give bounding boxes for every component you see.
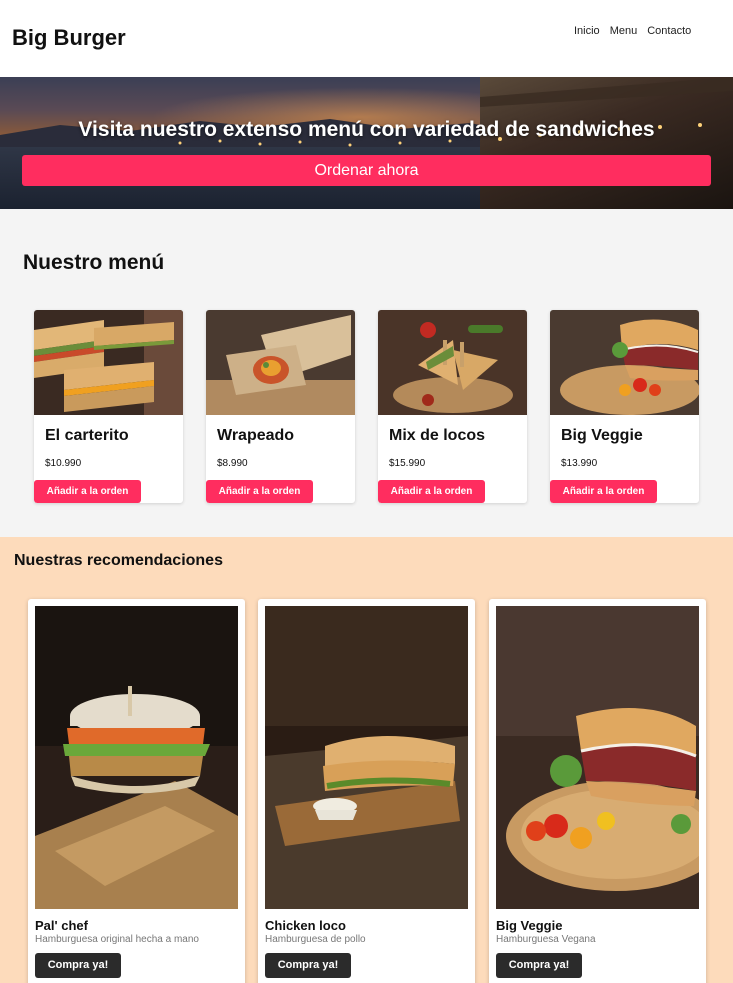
rec-card-pal-chef: Pal' chef Hamburguesa original hecha a m… — [28, 599, 245, 983]
menu-item-price: $8.990 — [217, 458, 248, 469]
rec-item-name: Big Veggie — [496, 918, 563, 933]
menu-item-name: Big Veggie — [561, 427, 643, 444]
nav-link-inicio[interactable]: Inicio — [574, 25, 600, 37]
rec-card-chicken-loco: Chicken loco Hamburguesa de pollo Compra… — [258, 599, 475, 983]
order-now-button[interactable]: Ordenar ahora — [22, 155, 711, 186]
menu-section: Nuestro menú El carterito $10.990 Añadir… — [0, 209, 733, 537]
rec-item-subtitle: Hamburguesa original hecha a mano — [35, 934, 199, 945]
recommendations-title: Nuestras recomendaciones — [14, 552, 223, 569]
rec-item-subtitle: Hamburguesa de pollo — [265, 934, 366, 945]
menu-card-el-carterito: El carterito $10.990 Añadir a la orden — [34, 310, 183, 503]
menu-item-name: Wrapeado — [217, 427, 295, 444]
recommendations-section: Nuestras recomendaciones Pal' chef Hambu… — [0, 537, 733, 983]
brand-logo-text[interactable]: Big Burger — [12, 25, 126, 51]
buy-now-button[interactable]: Compra ya! — [496, 953, 582, 978]
wrap-image — [206, 310, 355, 415]
hero-banner: Visita nuestro extenso menú con variedad… — [0, 77, 733, 209]
menu-card-mix-de-locos: Mix de locos $15.990 Añadir a la orden — [378, 310, 527, 503]
site-header: Big Burger Inicio Menu Contacto — [0, 0, 733, 77]
add-to-order-button[interactable]: Añadir a la orden — [206, 480, 313, 503]
nav-link-contacto[interactable]: Contacto — [647, 25, 691, 37]
add-to-order-button[interactable]: Añadir a la orden — [34, 480, 141, 503]
menu-item-name: El carterito — [45, 427, 129, 444]
sandwich-image — [34, 310, 183, 415]
rec-item-name: Chicken loco — [265, 918, 346, 933]
club-sandwich-image — [378, 310, 527, 415]
menu-section-title: Nuestro menú — [23, 251, 165, 274]
menu-card-big-veggie: Big Veggie $13.990 Añadir a la orden — [550, 310, 699, 503]
nav-link-menu[interactable]: Menu — [610, 25, 638, 37]
menu-item-price: $13.990 — [561, 458, 598, 469]
chicken-sandwich-image — [265, 606, 468, 909]
menu-item-price: $10.990 — [45, 458, 82, 469]
rec-item-name: Pal' chef — [35, 918, 88, 933]
buy-now-button[interactable]: Compra ya! — [35, 953, 121, 978]
hero-lights-image — [178, 77, 733, 147]
add-to-order-button[interactable]: Añadir a la orden — [378, 480, 485, 503]
menu-item-name: Mix de locos — [389, 427, 486, 444]
rec-card-big-veggie: Big Veggie Hamburguesa Vegana Compra ya! — [489, 599, 706, 983]
hero-title: Visita nuestro extenso menú con variedad… — [78, 118, 655, 141]
menu-card-wrapeado: Wrapeado $8.990 Añadir a la orden — [206, 310, 355, 503]
main-nav: Inicio Menu Contacto — [574, 25, 691, 37]
burger-image — [35, 606, 238, 909]
buy-now-button[interactable]: Compra ya! — [265, 953, 351, 978]
rec-item-subtitle: Hamburguesa Vegana — [496, 934, 596, 945]
veggie-sub-image — [496, 606, 699, 909]
menu-item-price: $15.990 — [389, 458, 426, 469]
add-to-order-button[interactable]: Añadir a la orden — [550, 480, 657, 503]
veggie-sub-image — [550, 310, 699, 415]
